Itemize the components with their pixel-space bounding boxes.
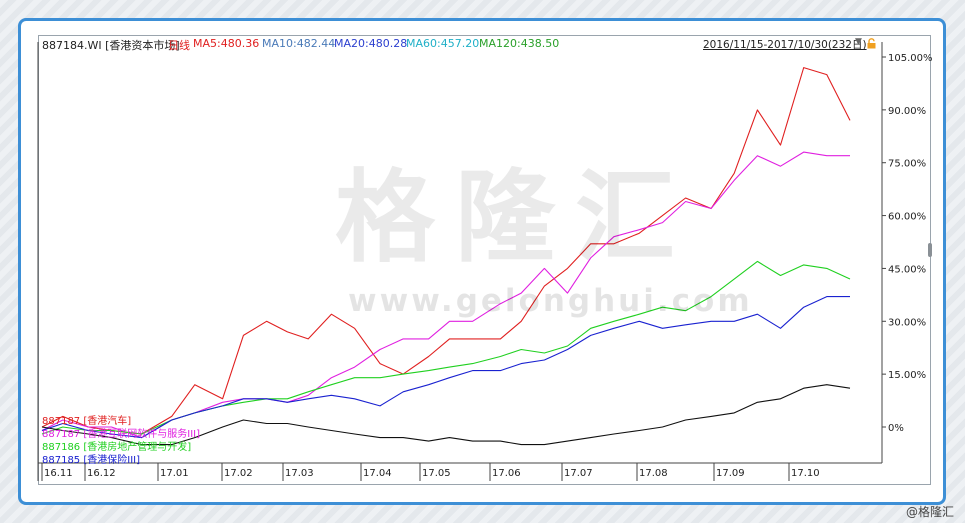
watermark-brand: 格隆汇 <box>335 159 695 276</box>
y-tick-label: 60.00% <box>888 212 926 223</box>
y-tick-label: 30.00% <box>888 317 926 328</box>
ma60-label: MA60:457.20 <box>406 37 480 50</box>
ma10-label: MA10:482.44 <box>262 37 336 50</box>
x-tick-label: 16.12 <box>87 468 116 479</box>
x-tick-label: 17.10 <box>791 468 820 479</box>
legend-entry-realestate: 887186 [香港房地产管理与开发] <box>42 442 192 453</box>
x-tick-label: 17.09 <box>716 468 745 479</box>
x-tick-label: 16.11 <box>44 468 73 479</box>
legend-entry-internet: 887187 [香港互联网软件与服务III] <box>42 429 201 440</box>
y-tick-label: 0% <box>888 423 904 434</box>
y-tick-label: 75.00% <box>888 159 926 170</box>
lock-icon[interactable] <box>866 38 877 49</box>
ma5-label: MA5:480.36 <box>193 37 260 50</box>
x-tick-label: 17.08 <box>639 468 668 479</box>
x-tick-label: 17.02 <box>224 468 253 479</box>
chart-resize-handle[interactable] <box>928 243 932 257</box>
x-tick-label: 17.04 <box>363 468 392 479</box>
dropdown-arrow-icon[interactable]: ▼ <box>855 37 862 47</box>
x-tick-label: 17.07 <box>564 468 593 479</box>
ma20-label: MA20:480.28 <box>334 37 408 50</box>
x-tick-label: 17.01 <box>160 468 189 479</box>
x-tick-label: 17.03 <box>285 468 314 479</box>
date-range-selector[interactable]: 2016/11/15-2017/10/30(232日) <box>703 37 867 52</box>
watermark-url: www.gelonghui.com <box>348 283 753 319</box>
y-tick-label: 105.00% <box>888 53 933 64</box>
period-label[interactable]: 日线 <box>168 37 190 53</box>
y-tick-label: 45.00% <box>888 264 926 275</box>
corner-watermark: @格隆汇 <box>906 505 955 519</box>
ma120-label: MA120:438.50 <box>479 37 560 50</box>
x-tick-label: 17.05 <box>422 468 451 479</box>
y-tick-label: 90.00% <box>888 106 926 117</box>
y-tick-label: 15.00% <box>888 370 926 381</box>
legend-entry-insurance: 887185 [香港保险III] <box>42 455 141 466</box>
security-code-label: 887184.WI [香港资本市场] <box>42 39 180 52</box>
legend-entry-auto: 887187 [香港汽车] <box>42 416 132 427</box>
x-tick-label: 17.06 <box>492 468 521 479</box>
